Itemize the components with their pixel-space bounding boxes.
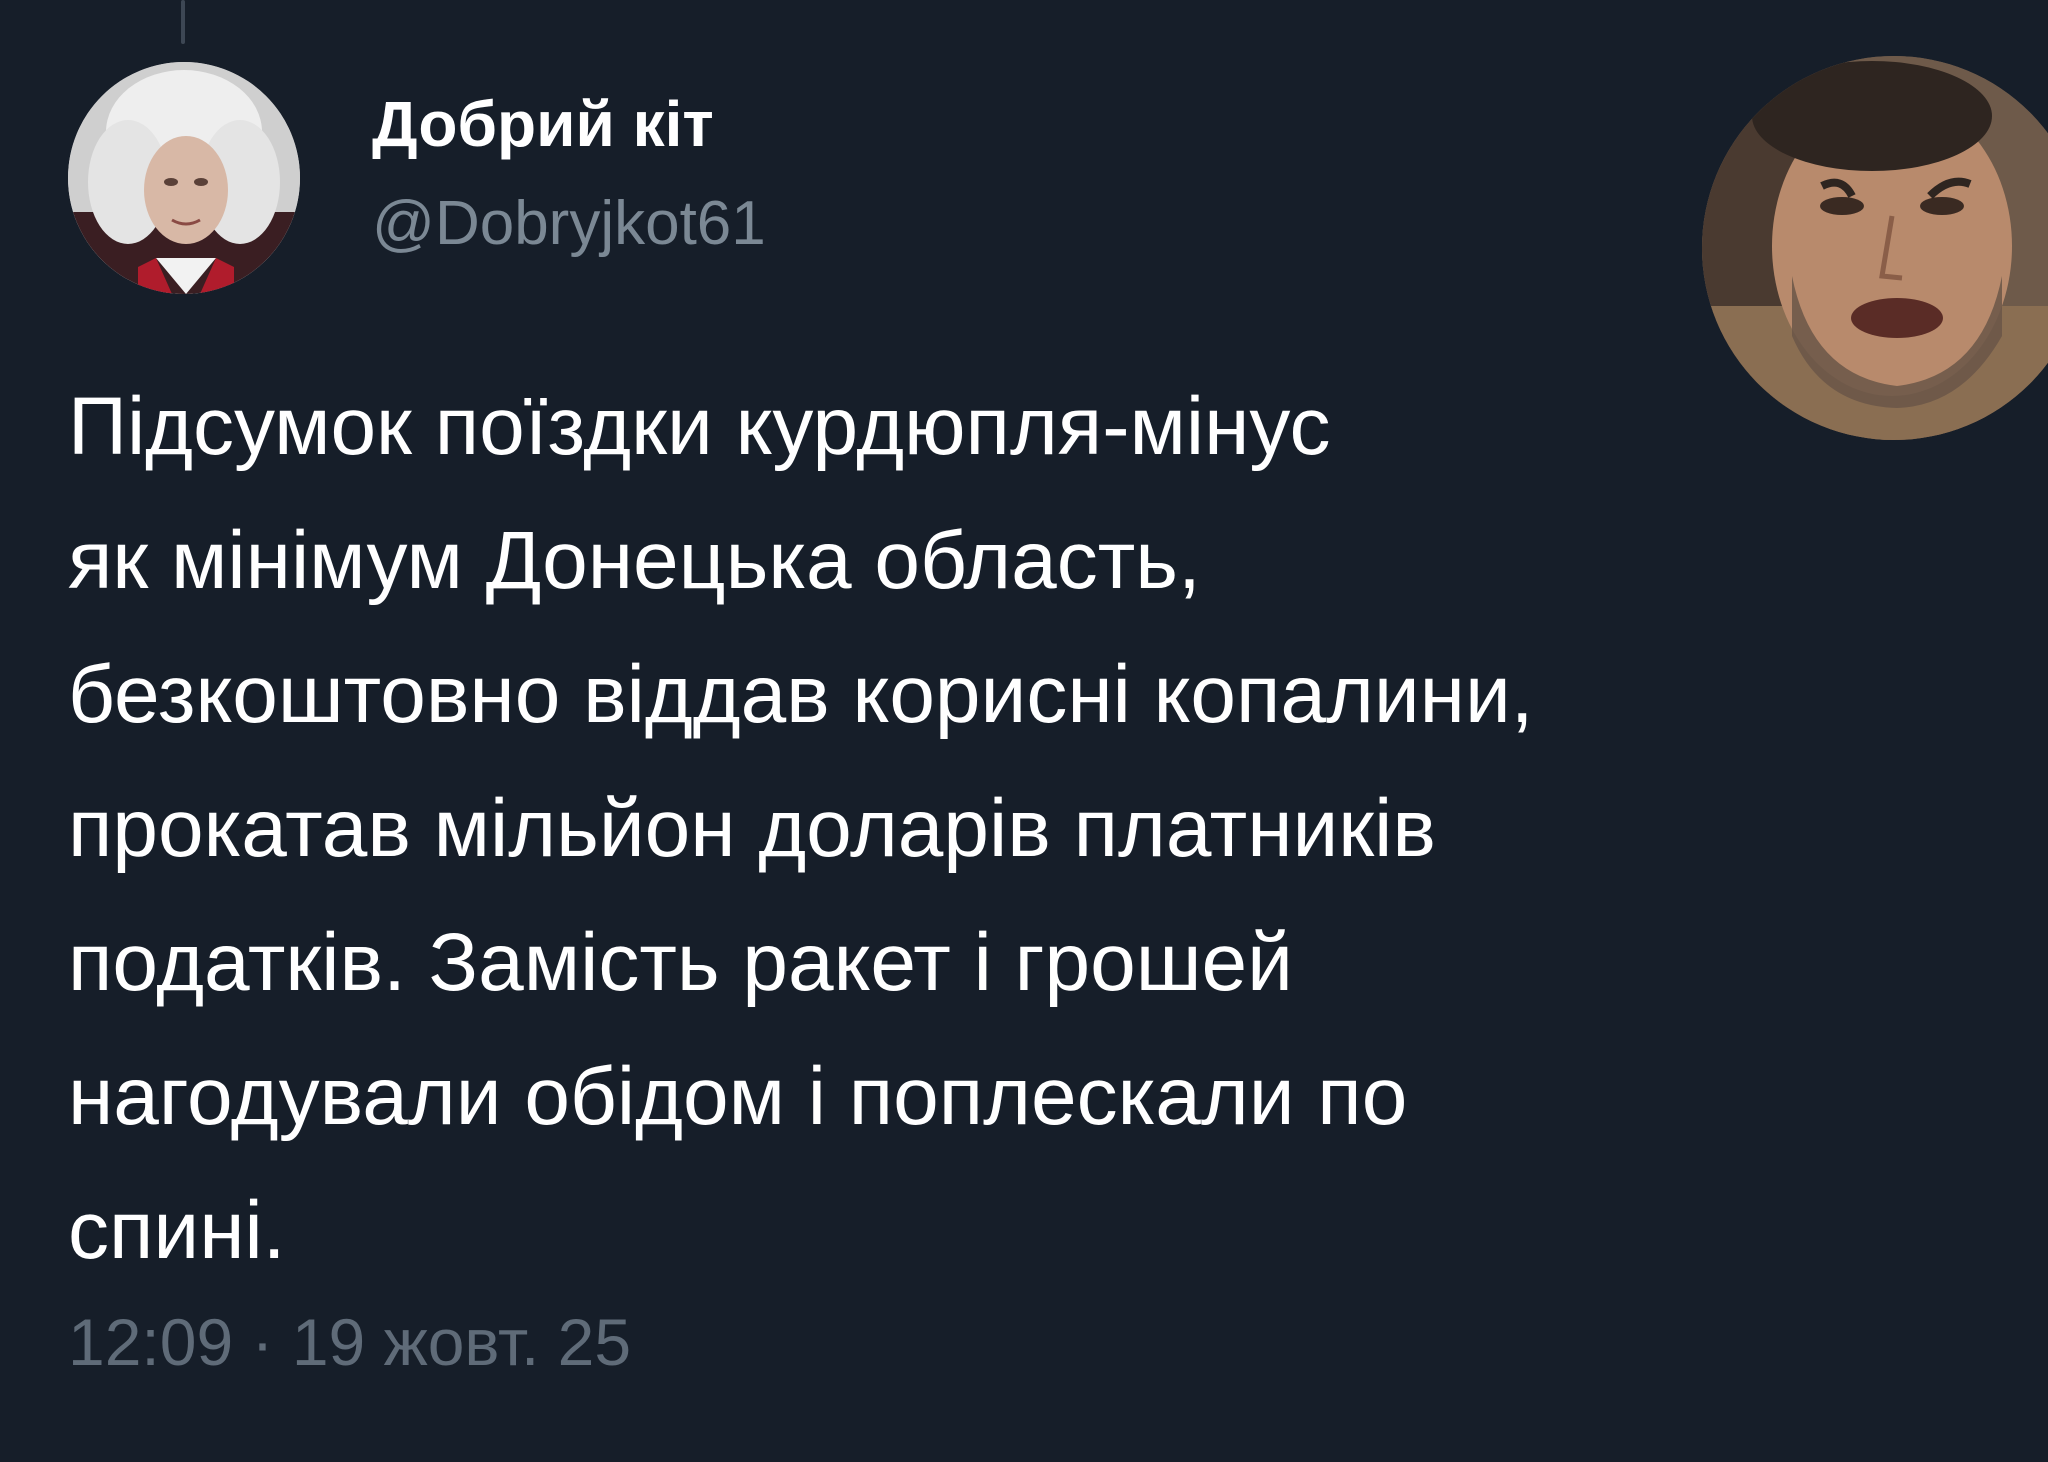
tweet-text-line: Підсумок поїздки курдюпля-мінус: [68, 381, 1331, 472]
tweet-timestamp[interactable]: 12:09 · 19 жовт. 25: [68, 1302, 631, 1382]
tweet-text-line: безкоштовно віддав корисні копалини,: [68, 649, 1534, 740]
author-avatar[interactable]: [68, 62, 300, 294]
tweet-body: Підсумок поїздки курдюпля-мінус як мінім…: [68, 360, 1988, 1298]
tweet-text-line: податків. Замість ракет і грошей: [68, 917, 1293, 1008]
avatar-photo: [68, 62, 300, 294]
thread-connector-line: [181, 0, 185, 44]
tweet-text-line: спині.: [68, 1185, 286, 1276]
author-display-name[interactable]: Добрий кіт: [372, 86, 714, 162]
tweet-text-line: прокатав мільйон доларів платників: [68, 783, 1436, 874]
tweet-text-line: як мінімум Донецька область,: [68, 515, 1201, 606]
author-handle[interactable]: @Dobryjkot61: [372, 186, 766, 262]
tweet-text-line: нагодували обідом і поплескали по: [68, 1051, 1408, 1142]
